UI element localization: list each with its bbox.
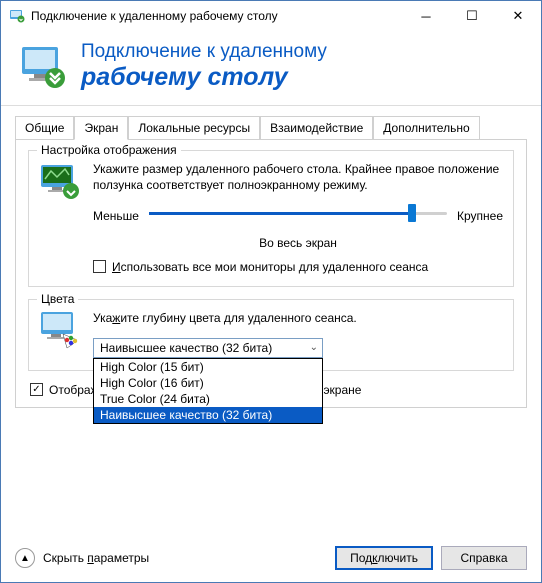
tab-panel-screen: Настройка отображения Укажите размер уда… bbox=[15, 139, 527, 408]
close-button[interactable]: ✕ bbox=[495, 1, 541, 31]
connect-button[interactable]: Подключить bbox=[335, 546, 433, 570]
header-line1: Подключение к удаленному bbox=[81, 41, 327, 64]
display-settings-group: Настройка отображения Укажите размер уда… bbox=[28, 150, 514, 286]
slider-value-label: Во весь экран bbox=[93, 236, 503, 250]
display-group-title: Настройка отображения bbox=[37, 143, 181, 157]
dropdown-item[interactable]: High Color (15 бит) bbox=[94, 359, 322, 375]
header: Подключение к удаленному рабочему столу bbox=[1, 31, 541, 106]
hide-options-link[interactable]: Скрыть параметры bbox=[43, 551, 327, 565]
footer: ▲ Скрыть параметры Подключить Справка bbox=[1, 534, 541, 582]
tab-screen[interactable]: Экран bbox=[74, 116, 128, 140]
app-icon bbox=[9, 8, 25, 24]
color-depth-select-wrap: Наивысшее качество (32 бита) ⌄ High Colo… bbox=[93, 338, 323, 358]
tab-experience[interactable]: Взаимодействие bbox=[260, 116, 373, 139]
display-description: Укажите размер удаленного рабочего стола… bbox=[93, 161, 503, 193]
window-controls: ─ ☐ ✕ bbox=[403, 1, 541, 31]
content-area: Общие Экран Локальные ресурсы Взаимодейс… bbox=[1, 106, 541, 534]
minimize-button[interactable]: ─ bbox=[403, 1, 449, 31]
dropdown-item[interactable]: True Color (24 бита) bbox=[94, 391, 322, 407]
help-button[interactable]: Справка bbox=[441, 546, 527, 570]
slider-min-label: Меньше bbox=[93, 209, 139, 223]
connection-bar-checkbox[interactable]: ✓ bbox=[30, 383, 43, 396]
resolution-slider-row: Меньше Крупнее bbox=[93, 206, 503, 226]
color-depth-selected: Наивысшее качество (32 бита) bbox=[100, 341, 272, 355]
colors-group: Цвета Укажите глубину цвета для удаленно… bbox=[28, 299, 514, 371]
color-depth-dropdown: High Color (15 бит) High Color (16 бит) … bbox=[93, 358, 323, 424]
use-all-monitors-row[interactable]: Использовать все мои мониторы для удален… bbox=[93, 260, 503, 274]
tab-advanced[interactable]: Дополнительно bbox=[373, 116, 479, 139]
rdc-window: Подключение к удаленному рабочему столу … bbox=[0, 0, 542, 583]
tab-general[interactable]: Общие bbox=[15, 116, 74, 139]
resolution-slider[interactable] bbox=[149, 206, 447, 226]
dropdown-item[interactable]: High Color (16 бит) bbox=[94, 375, 322, 391]
maximize-button[interactable]: ☐ bbox=[449, 1, 495, 31]
colors-icon bbox=[39, 310, 81, 352]
color-depth-select[interactable]: Наивысшее качество (32 бита) ⌄ bbox=[93, 338, 323, 358]
dropdown-item-selected[interactable]: Наивысшее качество (32 бита) bbox=[94, 407, 322, 423]
colors-group-title: Цвета bbox=[37, 292, 78, 306]
header-line2: рабочему столу bbox=[81, 64, 327, 92]
use-all-monitors-label: Использовать все мои мониторы для удален… bbox=[112, 260, 428, 274]
slider-max-label: Крупнее bbox=[457, 209, 503, 223]
slider-thumb[interactable] bbox=[408, 204, 416, 222]
tab-local-resources[interactable]: Локальные ресурсы bbox=[128, 116, 260, 139]
titlebar: Подключение к удаленному рабочему столу … bbox=[1, 1, 541, 31]
collapse-icon[interactable]: ▲ bbox=[15, 548, 35, 568]
monitor-icon bbox=[39, 161, 81, 203]
rdc-icon bbox=[19, 42, 67, 90]
header-text: Подключение к удаленному рабочему столу bbox=[81, 41, 327, 91]
use-all-monitors-checkbox[interactable] bbox=[93, 260, 106, 273]
colors-description: Укажите глубину цвета для удаленного сеа… bbox=[93, 310, 503, 326]
tab-strip: Общие Экран Локальные ресурсы Взаимодейс… bbox=[15, 116, 527, 139]
chevron-down-icon: ⌄ bbox=[310, 342, 318, 353]
titlebar-text: Подключение к удаленному рабочему столу bbox=[31, 9, 403, 23]
